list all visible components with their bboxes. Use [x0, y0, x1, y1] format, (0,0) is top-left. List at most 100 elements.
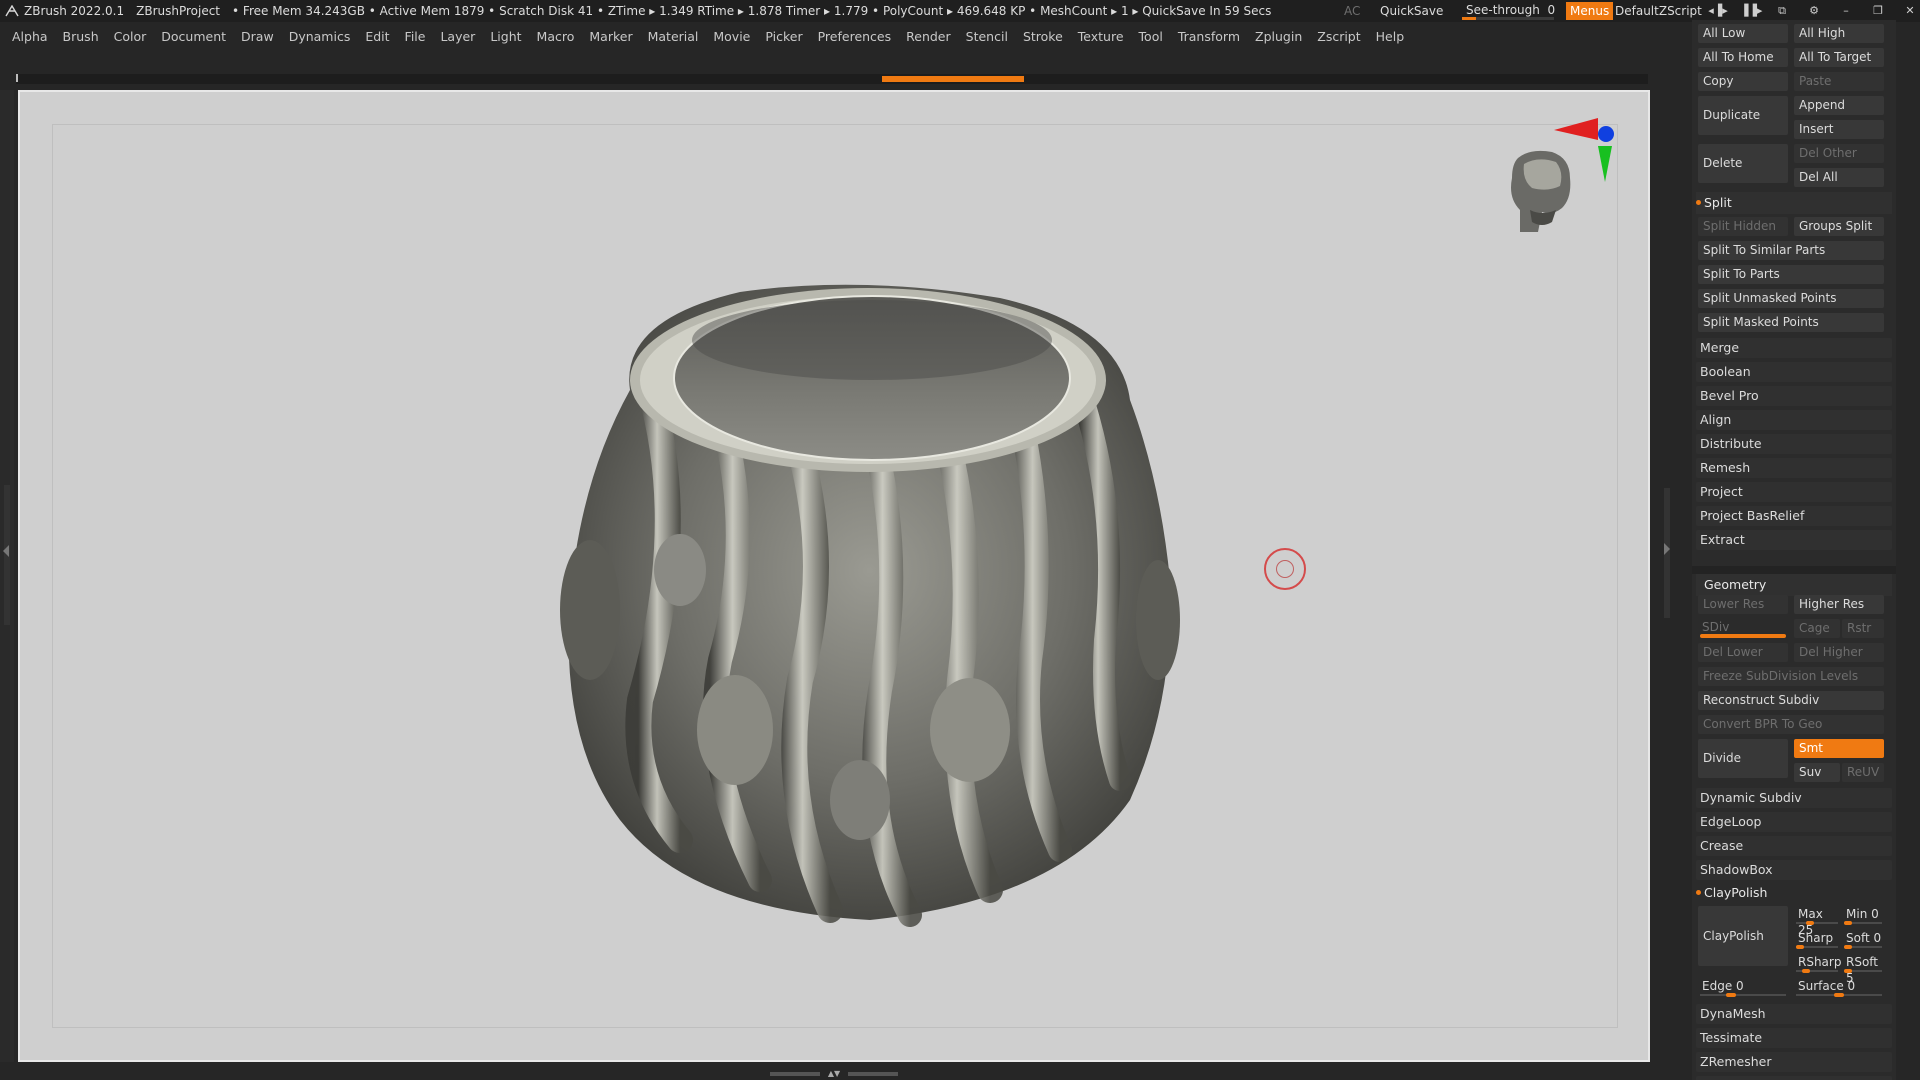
boolean-button[interactable]: Boolean	[1696, 362, 1892, 382]
claypolish-min-slider[interactable]: Min 0	[1842, 906, 1884, 925]
crease-button[interactable]: Crease	[1696, 836, 1892, 856]
groups-split-button[interactable]: Groups Split	[1794, 217, 1884, 236]
del-other-button[interactable]: Del Other	[1794, 144, 1884, 163]
menu-alpha[interactable]: Alpha	[12, 29, 48, 44]
bottom-tray-handle[interactable]: ▲▼	[770, 1070, 900, 1078]
claypolish-header[interactable]: ClayPolish	[1696, 882, 1892, 904]
split-unmasked-button[interactable]: Split Unmasked Points	[1698, 289, 1884, 308]
sculpt-model[interactable]	[560, 280, 1180, 930]
menu-preferences[interactable]: Preferences	[818, 29, 892, 44]
all-high-button[interactable]: All High	[1794, 24, 1884, 43]
menu-stencil[interactable]: Stencil	[966, 29, 1008, 44]
convert-bpr-button[interactable]: Convert BPR To Geo	[1698, 715, 1884, 734]
menu-macro[interactable]: Macro	[537, 29, 575, 44]
remesh-button[interactable]: Remesh	[1696, 458, 1892, 478]
distribute-button[interactable]: Distribute	[1696, 434, 1892, 454]
menu-edit[interactable]: Edit	[365, 29, 389, 44]
menus-button[interactable]: Menus	[1566, 2, 1614, 20]
menu-zplugin[interactable]: Zplugin	[1255, 29, 1302, 44]
quicksave-button[interactable]: QuickSave	[1380, 4, 1443, 18]
menu-stroke[interactable]: Stroke	[1023, 29, 1063, 44]
modify-topology-button[interactable]: Modify Topology	[1696, 1076, 1892, 1080]
merge-button[interactable]: Merge	[1696, 338, 1892, 358]
claypolish-edge-slider[interactable]: Edge 0	[1698, 978, 1788, 997]
reconstruct-subdiv-button[interactable]: Reconstruct Subdiv	[1698, 691, 1884, 710]
navigation-gizmo[interactable]	[1490, 98, 1640, 258]
close-icon[interactable]: ✕	[1900, 2, 1920, 20]
shadowbox-button[interactable]: ShadowBox	[1696, 860, 1892, 880]
menu-help[interactable]: Help	[1376, 29, 1405, 44]
menu-file[interactable]: File	[405, 29, 426, 44]
reuv-button[interactable]: ReUV	[1842, 763, 1884, 782]
freeze-subdiv-button[interactable]: Freeze SubDivision Levels	[1698, 667, 1884, 686]
claypolish-surface-slider[interactable]: Surface 0	[1794, 978, 1884, 997]
claypolish-soft-slider[interactable]: Soft 0	[1842, 930, 1884, 949]
geometry-header[interactable]: Geometry	[1696, 574, 1892, 596]
minimize-icon[interactable]: –	[1836, 2, 1856, 20]
right-tray-gutter[interactable]	[1650, 50, 1692, 1080]
rstr-button[interactable]: Rstr	[1842, 619, 1884, 638]
claypolish-button[interactable]: ClayPolish	[1698, 906, 1788, 966]
menu-movie[interactable]: Movie	[713, 29, 750, 44]
restore-icon[interactable]: ❐	[1868, 2, 1888, 20]
edgeloop-button[interactable]: EdgeLoop	[1696, 812, 1892, 832]
bevel-pro-button[interactable]: Bevel Pro	[1696, 386, 1892, 406]
claypolish-max-slider[interactable]: Max 25	[1794, 906, 1840, 937]
all-to-home-button[interactable]: All To Home	[1698, 48, 1788, 67]
split-hidden-button[interactable]: Split Hidden	[1698, 217, 1788, 236]
menu-color[interactable]: Color	[114, 29, 147, 44]
gear-icon[interactable]: ⚙	[1804, 2, 1824, 20]
delete-button[interactable]: Delete	[1698, 144, 1788, 183]
split-to-parts-button[interactable]: Split To Parts	[1698, 265, 1884, 284]
menu-brush[interactable]: Brush	[63, 29, 99, 44]
paste-button[interactable]: Paste	[1794, 72, 1884, 91]
menu-tool[interactable]: Tool	[1139, 29, 1163, 44]
expand-right-icon[interactable]	[1664, 543, 1670, 555]
default-zscript-button[interactable]: DefaultZScript	[1615, 4, 1702, 18]
project-basrelief-button[interactable]: Project BasRelief	[1696, 506, 1892, 526]
all-low-button[interactable]: All Low	[1698, 24, 1788, 43]
del-all-button[interactable]: Del All	[1794, 168, 1884, 187]
left-tray[interactable]	[0, 90, 14, 1062]
menu-layer[interactable]: Layer	[440, 29, 475, 44]
claypolish-rsharp-slider[interactable]: RSharp	[1794, 954, 1841, 973]
lower-res-button[interactable]: Lower Res	[1698, 595, 1788, 614]
menu-render[interactable]: Render	[906, 29, 951, 44]
sdiv-slider[interactable]: SDiv	[1698, 619, 1788, 638]
menu-document[interactable]: Document	[161, 29, 226, 44]
menu-marker[interactable]: Marker	[589, 29, 632, 44]
insert-button[interactable]: Insert	[1794, 120, 1884, 139]
copy-button[interactable]: Copy	[1698, 72, 1788, 91]
menu-light[interactable]: Light	[490, 29, 521, 44]
duplicate-button[interactable]: Duplicate	[1698, 96, 1788, 135]
claypolish-rsoft-slider[interactable]: RSoft 5	[1842, 954, 1884, 985]
project-button[interactable]: Project	[1696, 482, 1892, 502]
menu-transform[interactable]: Transform	[1178, 29, 1240, 44]
extract-button[interactable]: Extract	[1696, 530, 1892, 550]
tessimate-button[interactable]: Tessimate	[1696, 1028, 1892, 1048]
ac-toggle[interactable]: AC	[1344, 4, 1360, 18]
menu-picker[interactable]: Picker	[765, 29, 802, 44]
align-button[interactable]: Align	[1696, 410, 1892, 430]
expand-left-icon[interactable]	[3, 545, 9, 557]
smt-toggle[interactable]: Smt	[1794, 739, 1884, 758]
menu-texture[interactable]: Texture	[1078, 29, 1124, 44]
higher-res-button[interactable]: Higher Res	[1794, 595, 1884, 614]
cage-button[interactable]: Cage	[1794, 619, 1840, 638]
layout-icon-2[interactable]: ▐▐▸	[1740, 2, 1762, 20]
menu-zscript[interactable]: Zscript	[1317, 29, 1360, 44]
split-similar-parts-button[interactable]: Split To Similar Parts	[1698, 241, 1884, 260]
claypolish-sharp-slider[interactable]: Sharp	[1794, 930, 1840, 949]
append-button[interactable]: Append	[1794, 96, 1884, 115]
menu-dynamics[interactable]: Dynamics	[289, 29, 351, 44]
dynamic-subdiv-button[interactable]: Dynamic Subdiv	[1696, 788, 1892, 808]
del-higher-button[interactable]: Del Higher	[1794, 643, 1884, 662]
dynamesh-button[interactable]: DynaMesh	[1696, 1004, 1892, 1024]
layout-icon-1[interactable]: ◂▐▸	[1708, 2, 1728, 20]
suv-toggle[interactable]: Suv	[1794, 763, 1840, 782]
del-lower-button[interactable]: Del Lower	[1698, 643, 1788, 662]
all-to-target-button[interactable]: All To Target	[1794, 48, 1884, 67]
zremesher-button[interactable]: ZRemesher	[1696, 1052, 1892, 1072]
copy-layout-icon[interactable]: ⧉	[1772, 2, 1792, 20]
split-header[interactable]: Split	[1696, 192, 1892, 214]
